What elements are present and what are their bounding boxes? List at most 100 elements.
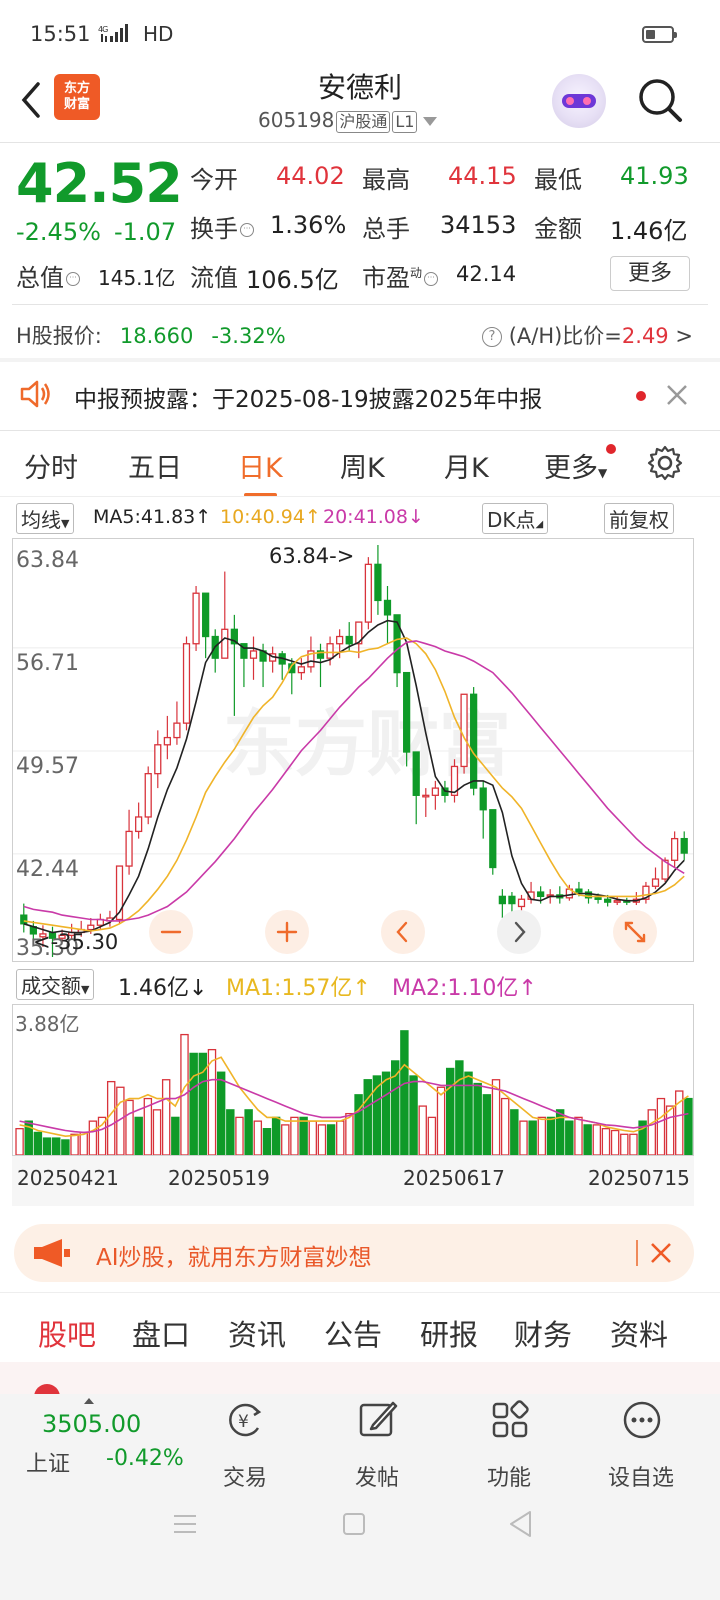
vol-ma1-value: MA1:1.57亿 [226, 976, 353, 1001]
volume-bar [528, 1120, 537, 1155]
divider [0, 1292, 720, 1293]
volume-bar [537, 1116, 547, 1155]
tab-order-book[interactable]: 盘口 [132, 1312, 190, 1354]
candle-body [479, 787, 487, 811]
volume-chart[interactable]: 3.88亿 [12, 1004, 694, 1156]
corner-triangle-icon: ◢ [535, 519, 544, 530]
divider [0, 142, 720, 143]
open-value: 44.02 [276, 162, 345, 190]
search-button[interactable] [636, 76, 684, 124]
tab-financials[interactable]: 财务 [514, 1312, 572, 1354]
volume-bar [418, 1105, 427, 1155]
home-icon[interactable] [342, 1512, 366, 1536]
date-tick: 20250519 [168, 1166, 270, 1190]
pe-label: 市盈动 ··· [362, 258, 439, 293]
badge-dot [606, 444, 616, 454]
stock-code-line[interactable]: 605198 沪股通 L1 [258, 108, 438, 133]
volume-bar [235, 1116, 244, 1155]
divider [0, 430, 720, 431]
index-change[interactable]: -0.42% [106, 1446, 184, 1471]
stock-code: 605198 [258, 108, 335, 132]
arrow-up-icon: ↑ [518, 976, 537, 1001]
tab-announcements[interactable]: 公告 [324, 1312, 382, 1354]
tab-more[interactable]: 更多▼ [544, 446, 607, 485]
index-value[interactable]: 3505.00 [42, 1410, 141, 1438]
tab-weekly-k[interactable]: 周K [340, 446, 385, 485]
high-label: 最高 [362, 166, 410, 194]
back-nav-icon[interactable] [508, 1510, 534, 1538]
volume-bar [473, 1082, 482, 1155]
pe-label-text: 市盈 [362, 264, 410, 292]
volume-bar [134, 1116, 143, 1155]
candle-body [173, 722, 181, 739]
candle-body [613, 900, 621, 903]
notice-bar[interactable]: 中报预披露：于2025-08-19披露2025年中报 [0, 362, 720, 430]
trade-icon[interactable]: ¥ [224, 1398, 268, 1442]
tab-news[interactable]: 资讯 [228, 1312, 286, 1354]
help-icon[interactable]: ? [482, 327, 502, 347]
candle-body [154, 744, 162, 775]
functions-label[interactable]: 功能 [464, 1460, 554, 1492]
candle-body [249, 650, 258, 659]
volume-bar [500, 1097, 510, 1155]
volume-indicator-selector[interactable]: 成交额▼ [16, 969, 95, 1000]
close-icon[interactable] [666, 384, 688, 406]
edit-icon[interactable] [356, 1398, 400, 1442]
ah-ratio[interactable]: ? (A/H)比价=2.49 > [480, 320, 693, 350]
index-name[interactable]: 上证 [26, 1446, 70, 1478]
signal-icon: 4G [98, 24, 138, 47]
dk-point-button[interactable]: DK点◢ [482, 503, 549, 534]
volume-bar [281, 1124, 290, 1155]
low-label: 最低 [534, 166, 582, 194]
tab-research[interactable]: 研报 [420, 1312, 478, 1354]
adjust-button[interactable]: 前复权 [604, 503, 674, 534]
volume-bar [583, 1124, 592, 1155]
more-quote-button[interactable]: 更多 [610, 256, 690, 291]
info-dots-icon[interactable]: ··· [240, 223, 254, 237]
settings-gear-icon[interactable] [646, 444, 684, 482]
pe-value: 42.14 [456, 262, 517, 286]
add-watchlist-label[interactable]: 设自选 [596, 1460, 686, 1492]
trade-label[interactable]: 交易 [200, 1460, 290, 1492]
candlestick-chart[interactable]: 东方财富63.8456.7149.5742.4435.3063.84-><-35… [12, 538, 694, 962]
volume-bar [363, 1079, 372, 1155]
candle-body [202, 592, 210, 638]
volume-bar [574, 1116, 583, 1155]
tab-five-day[interactable]: 五日 [128, 446, 182, 485]
scroll-right-button[interactable] [497, 910, 541, 954]
info-dots-icon[interactable]: ··· [66, 272, 80, 286]
close-icon[interactable] [650, 1242, 672, 1264]
ah-ratio-label: (A/H)比价= [508, 324, 622, 348]
turnover-value: 1.36% [270, 211, 347, 239]
market-tag: 沪股通 [336, 111, 391, 133]
volume-bar [216, 1071, 226, 1155]
turnover-label: 换手 ··· [190, 209, 254, 244]
ai-assistant-avatar[interactable] [552, 74, 606, 128]
candle-body [651, 878, 660, 887]
y-tick-label: 56.71 [16, 651, 79, 676]
vol-ma1-readout: MA1:1.57亿↑ [226, 970, 371, 1002]
volume-bar [253, 1120, 263, 1155]
ai-banner[interactable]: AI炒股，就用东方财富妙想 [14, 1224, 694, 1282]
menu-icon[interactable] [172, 1512, 198, 1536]
scroll-left-button[interactable] [381, 910, 425, 954]
arrow-down-icon: ↓ [407, 506, 424, 528]
h-share-quote[interactable]: H股报价: 18.660 -3.32% [16, 320, 304, 350]
post-label[interactable]: 发帖 [332, 1460, 422, 1492]
more-icon[interactable] [620, 1398, 664, 1442]
tab-intraday[interactable]: 分时 [24, 446, 78, 485]
indicator-selector[interactable]: 均线▼ [16, 503, 75, 534]
tab-monthly-k[interactable]: 月K [444, 446, 489, 485]
grid-icon[interactable] [488, 1398, 532, 1442]
volume-bar [455, 1060, 464, 1155]
tab-daily-k[interactable]: 日K [238, 446, 283, 497]
divider [636, 1240, 638, 1266]
tab-guba[interactable]: 股吧 [38, 1312, 96, 1368]
volume-bar [427, 1116, 437, 1155]
change-percent: -2.45% [16, 218, 101, 246]
date-tick: 20250715 [588, 1166, 690, 1190]
candle-body [87, 924, 95, 931]
volume-bar [445, 1067, 455, 1155]
tab-profile[interactable]: 资料 [610, 1312, 668, 1354]
info-dots-icon[interactable]: ··· [424, 272, 439, 286]
